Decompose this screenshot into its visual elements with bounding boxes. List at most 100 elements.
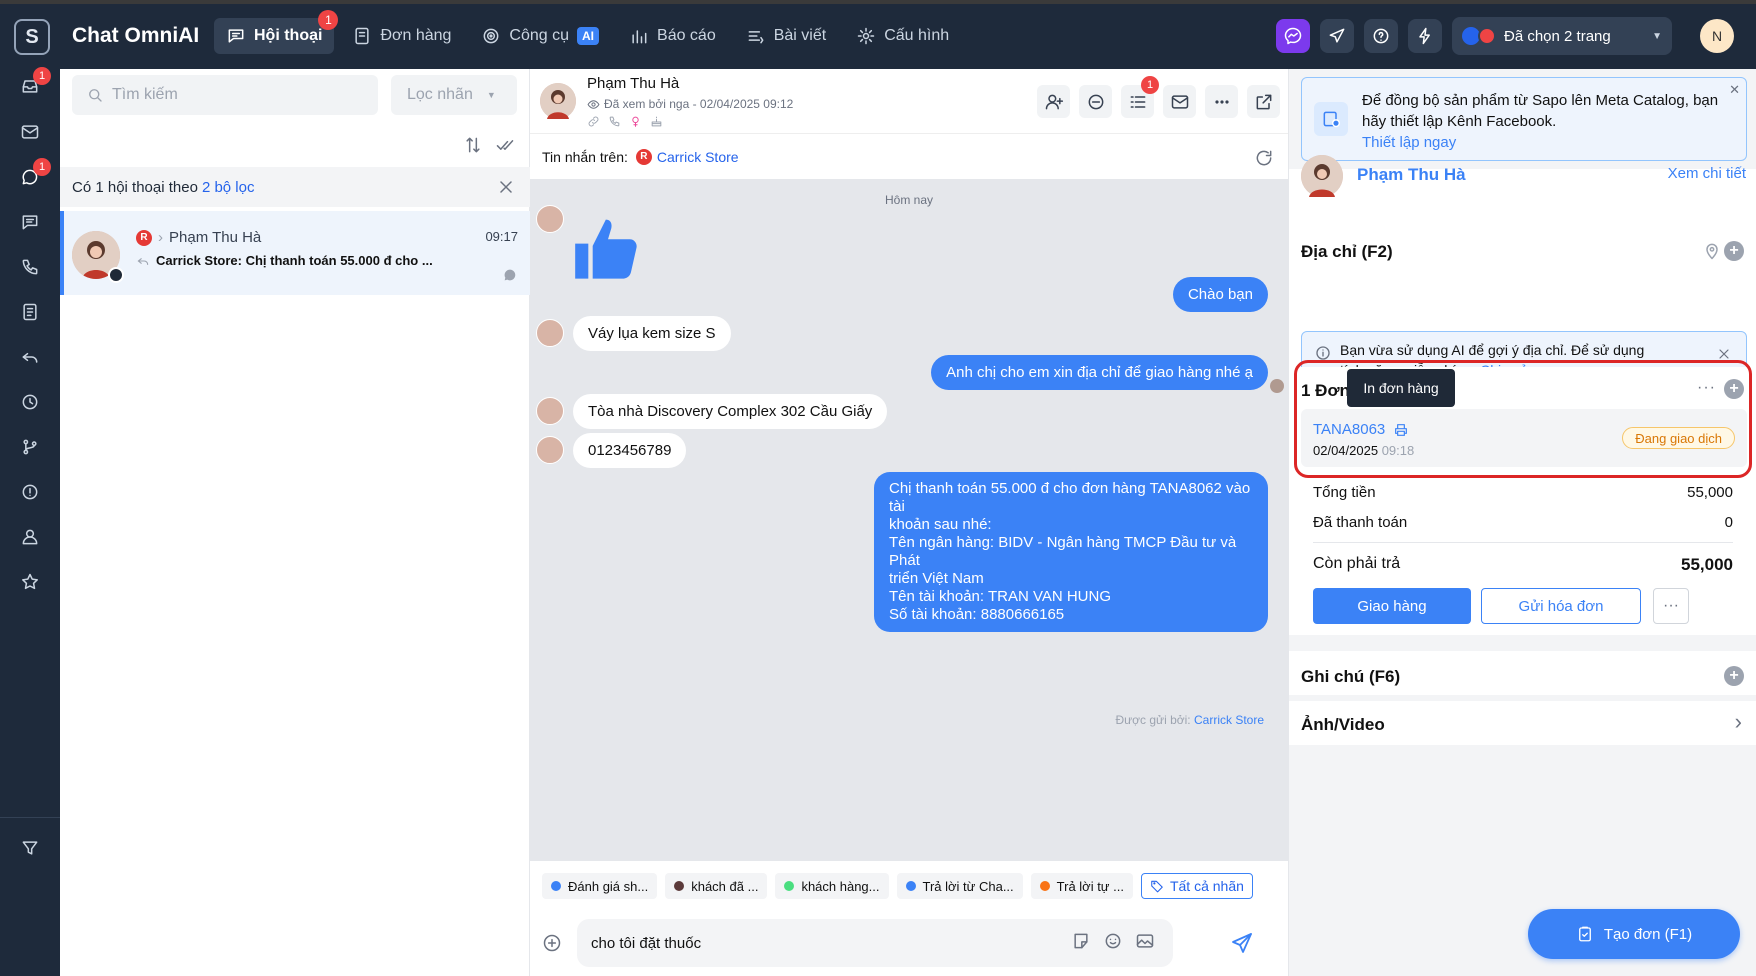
print-tooltip: In đơn hàng: [1347, 369, 1455, 407]
rail-flows[interactable]: [15, 432, 45, 462]
nav-conversations[interactable]: Hội thoại 1: [214, 10, 339, 54]
composer: cho tôi đặt thuốc: [530, 911, 1288, 976]
order-more-button[interactable]: ···: [1653, 588, 1689, 624]
message-outgoing: Chào bạn: [1172, 277, 1268, 312]
conversation-time: 09:17: [485, 229, 518, 244]
ai-tag: AI: [577, 27, 600, 45]
notice-link[interactable]: Thiết lập ngay: [1362, 134, 1456, 151]
remaining-value: 55,000: [1681, 555, 1733, 574]
rail-history[interactable]: [15, 387, 45, 417]
nav-orders[interactable]: Đơn hàng: [340, 18, 463, 54]
phone-icon[interactable]: [608, 115, 621, 128]
sent-by: Được gửi bởi: Carrick Store: [1115, 713, 1264, 727]
tag-chip[interactable]: khách hàng...: [775, 873, 889, 899]
paid-row: Đã thanh toán 0: [1313, 514, 1733, 531]
more-button[interactable]: [1205, 85, 1238, 118]
nav-label: Cấu hình: [884, 27, 950, 44]
double-check-icon[interactable]: [495, 135, 515, 155]
search-placeholder: Tìm kiếm: [112, 86, 178, 103]
help-button[interactable]: [1364, 19, 1398, 53]
filter-summary: Có 1 hội thoại theo 2 bộ lọc: [60, 167, 530, 207]
label-filter-select[interactable]: Lọc nhãn ▼: [391, 75, 517, 115]
block-button[interactable]: [1079, 85, 1112, 118]
rail-chat[interactable]: 1: [15, 158, 51, 192]
nav-posts[interactable]: Bài viết: [734, 18, 838, 54]
chevron-right-icon: ›: [158, 229, 163, 246]
tag-bar: Đánh giá sh... khách đã ... khách hàng..…: [530, 861, 1288, 911]
conversation-item[interactable]: R › Phạm Thu Hà 09:17 Carrick Store: Chị…: [60, 211, 530, 295]
sent-by-store[interactable]: Carrick Store: [1194, 713, 1264, 727]
close-icon[interactable]: ✕: [1729, 82, 1740, 98]
avatar: [536, 436, 564, 464]
refresh-icon[interactable]: [1254, 148, 1274, 168]
rail-comments[interactable]: [15, 207, 45, 237]
rail-contacts[interactable]: [15, 522, 45, 552]
message-incoming: 0123456789: [573, 433, 687, 468]
rail-badge: 1: [33, 67, 51, 85]
page-selector[interactable]: Đã chọn 2 trang ▼: [1452, 17, 1672, 55]
sort-icon[interactable]: [463, 135, 483, 155]
all-tags-button[interactable]: Tất cả nhãn: [1140, 873, 1253, 899]
tag-chip[interactable]: khách đã ...: [665, 873, 768, 899]
avatar[interactable]: [540, 83, 576, 119]
tag-chip[interactable]: Đánh giá sh...: [542, 873, 658, 899]
create-order-button[interactable]: Tạo đơn (F1): [1528, 909, 1740, 959]
add-circle-icon[interactable]: [542, 933, 562, 953]
image-icon[interactable]: [1135, 931, 1155, 951]
branch-icon: [23, 439, 37, 455]
customer-name[interactable]: Phạm Thu Hà: [1357, 165, 1466, 185]
send-invoice-button[interactable]: Gửi hóa đơn: [1481, 588, 1641, 624]
open-external-button[interactable]: [1247, 85, 1280, 118]
message-input-text: cho tôi đặt thuốc: [591, 934, 702, 952]
chat-tools: 1: [1037, 76, 1280, 118]
rail-notes[interactable]: [15, 297, 45, 327]
search-input[interactable]: Tìm kiếm: [72, 75, 378, 115]
add-note-button[interactable]: +: [1724, 666, 1744, 686]
conversation-header: R › Phạm Thu Hà: [136, 229, 261, 246]
nav-label: Hội thoại: [254, 27, 323, 44]
gear-icon: [857, 27, 875, 45]
catalog-notice: Để đồng bộ sản phẩm từ Sapo lên Meta Cat…: [1301, 77, 1747, 161]
lightning-button[interactable]: [1408, 19, 1442, 53]
tag-chip[interactable]: Trả lời từ Cha...: [896, 873, 1023, 899]
add-address-button[interactable]: +: [1724, 241, 1744, 261]
app-logo[interactable]: S: [14, 19, 50, 55]
rail-replies[interactable]: [15, 342, 45, 372]
logo-letter: S: [25, 25, 39, 48]
filter-link[interactable]: 2 bộ lọc: [202, 179, 255, 196]
nav-settings[interactable]: Cấu hình: [844, 18, 961, 54]
conversation-list: Tìm kiếm Lọc nhãn ▼ Có 1 hội thoại theo …: [60, 69, 530, 976]
location-pin-icon[interactable]: [1702, 241, 1722, 261]
rail-calls[interactable]: [15, 252, 45, 282]
close-icon[interactable]: [496, 177, 516, 197]
add-user-button[interactable]: [1037, 85, 1070, 118]
source-store[interactable]: R Carrick Store: [635, 148, 739, 165]
nav-reports[interactable]: Báo cáo: [617, 18, 728, 54]
rail-mail[interactable]: [15, 117, 45, 147]
nav-badge: 1: [318, 10, 339, 30]
task-list-button[interactable]: 1: [1121, 76, 1159, 118]
tag-chip[interactable]: Trả lời tự ...: [1030, 873, 1133, 899]
rail-alerts[interactable]: [15, 477, 45, 507]
email-button[interactable]: [1163, 85, 1196, 118]
rail-inbox[interactable]: 1: [15, 67, 51, 101]
link-icon[interactable]: [587, 115, 600, 128]
rail-favorites[interactable]: [15, 567, 45, 597]
user-avatar[interactable]: N: [1700, 19, 1734, 53]
sticker-icon[interactable]: [1071, 931, 1091, 951]
messenger-button[interactable]: [1276, 19, 1310, 53]
contact-meta-icons: [587, 115, 663, 128]
send-button[interactable]: [1320, 19, 1354, 53]
emoji-icon[interactable]: [1103, 931, 1123, 951]
phone-icon: [22, 259, 38, 275]
rail-filter[interactable]: [15, 833, 45, 863]
chevron-right-icon[interactable]: ›: [1735, 709, 1742, 735]
message-source: Tin nhắn trên: R Carrick Store: [530, 133, 1288, 179]
rail-badge: 1: [33, 158, 51, 176]
nav-tools[interactable]: Công cụ AI: [469, 18, 611, 54]
ship-button[interactable]: Giao hàng: [1313, 588, 1471, 624]
seen-avatar: [1270, 379, 1284, 393]
send-icon[interactable]: [1230, 931, 1254, 955]
view-detail-link[interactable]: Xem chi tiết: [1668, 165, 1746, 182]
message-input[interactable]: cho tôi đặt thuốc: [577, 919, 1173, 967]
